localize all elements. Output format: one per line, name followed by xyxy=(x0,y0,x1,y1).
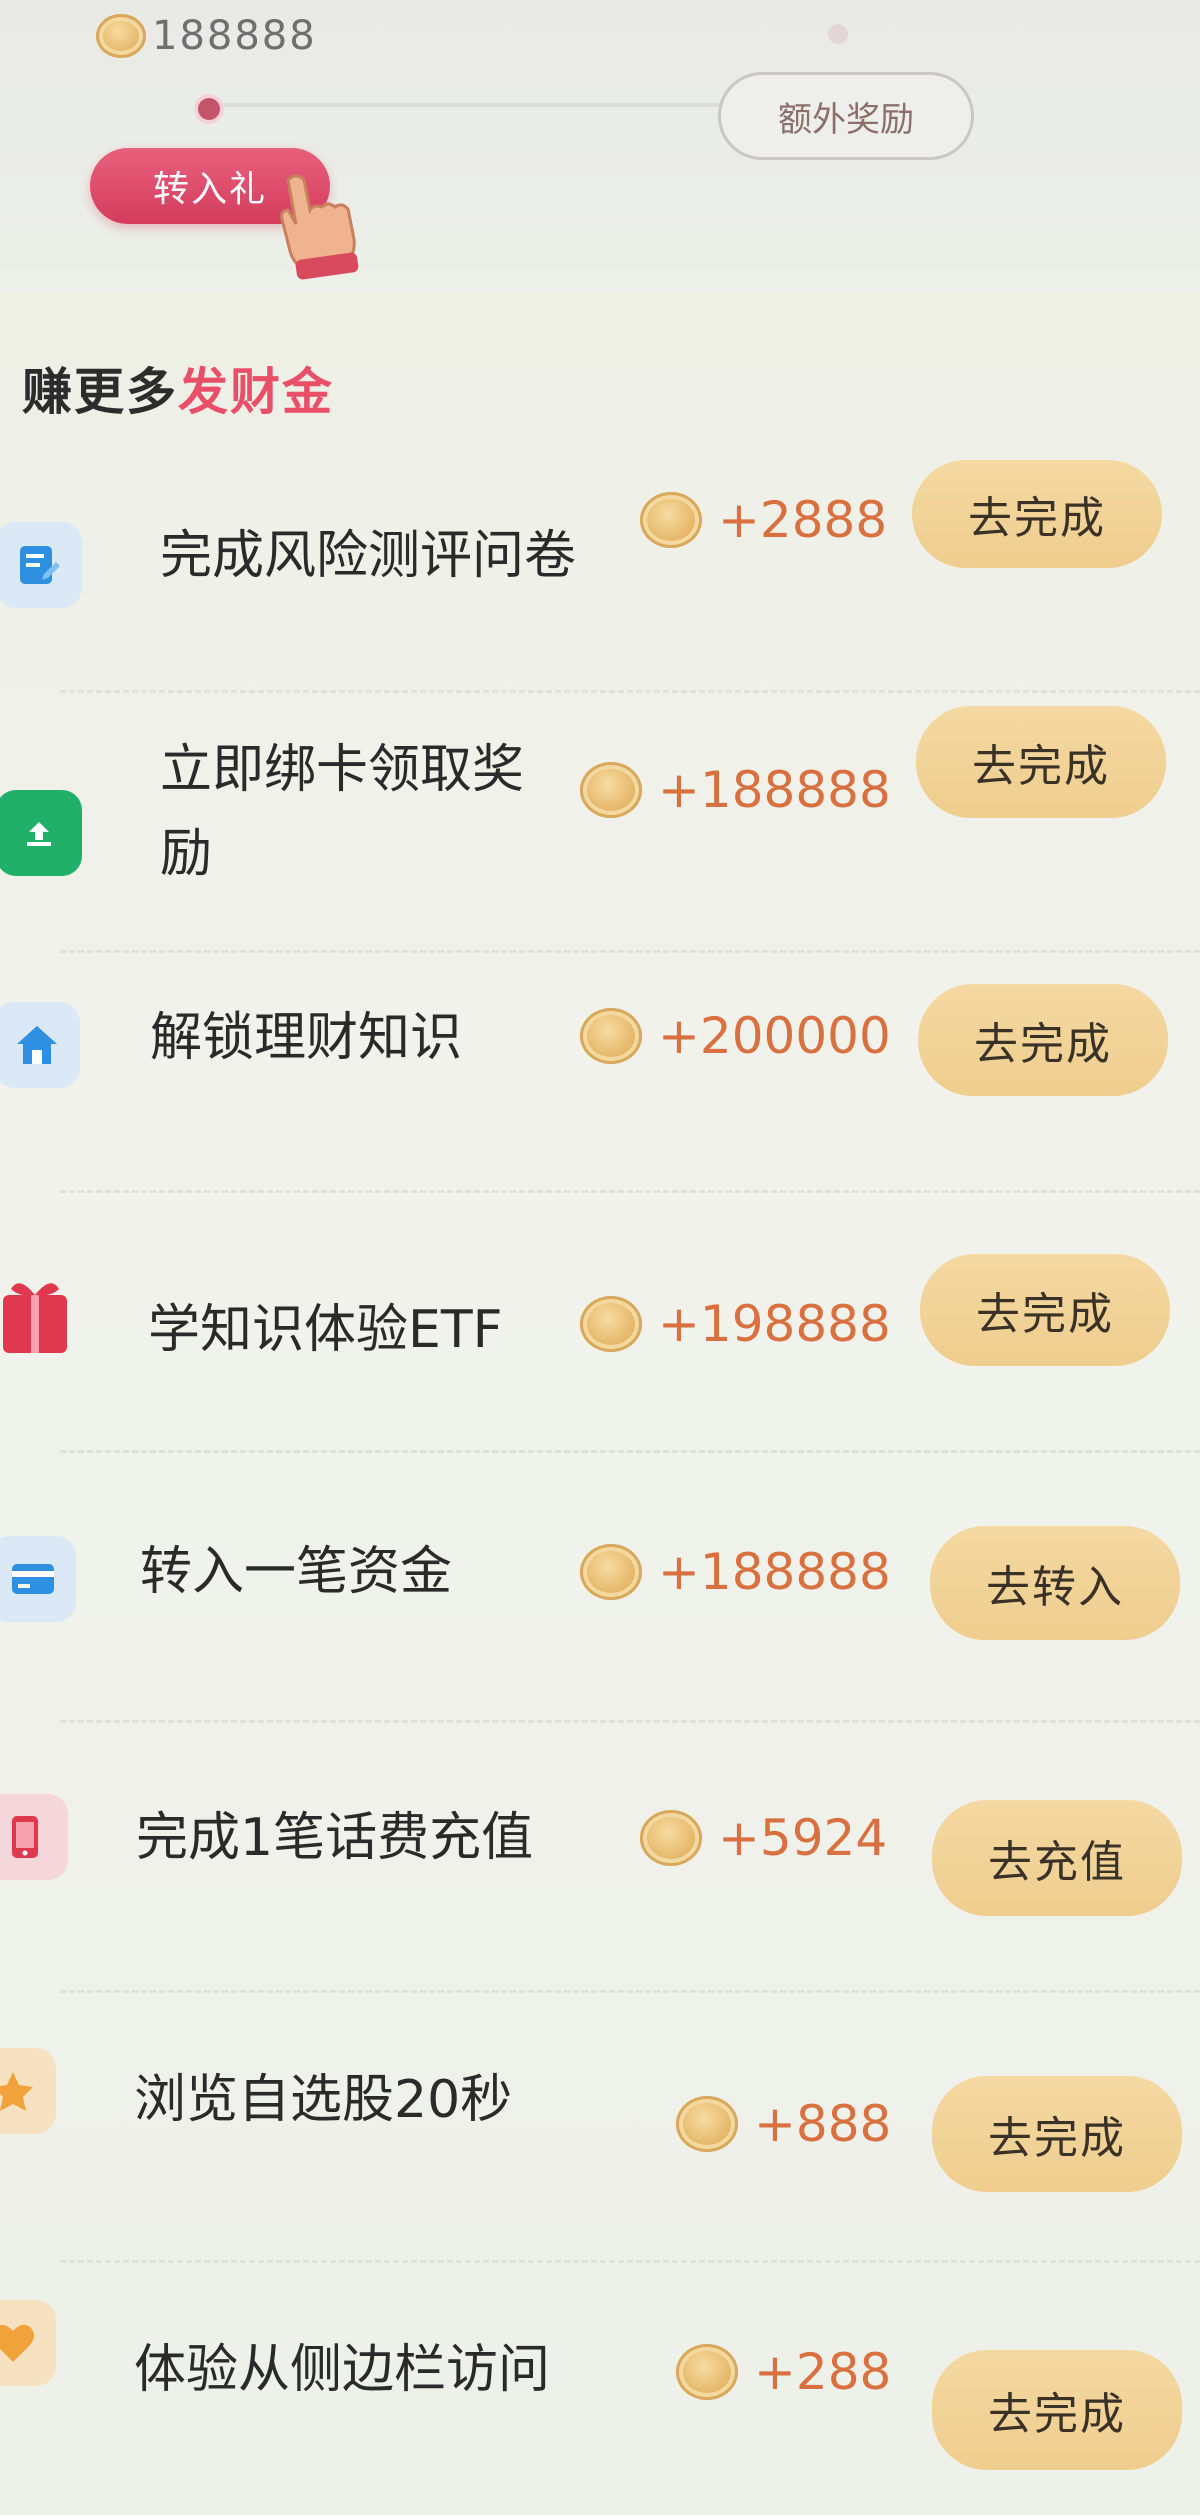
task-title: 浏览自选股20秒 xyxy=(134,2070,513,2130)
task-title: 完成风险测评问卷 xyxy=(160,526,577,586)
task-reward: +188888 xyxy=(580,1532,891,1612)
phone-icon xyxy=(0,1794,68,1880)
task-reward-value: +5924 xyxy=(718,1809,888,1867)
coin-icon xyxy=(580,762,642,818)
task-reward: +888 xyxy=(676,2084,891,2164)
task-action-label: 去完成 xyxy=(988,2389,1126,2440)
task-reward: +200000 xyxy=(580,996,891,1076)
task-action-label: 去完成 xyxy=(968,493,1106,544)
task-action-label: 去完成 xyxy=(974,1019,1112,1070)
task-title: 解锁理财知识 xyxy=(150,1008,463,1068)
task-row: 转入一笔资金 +188888 去转入 xyxy=(0,1500,1200,1700)
task-reward: +5924 xyxy=(640,1798,887,1878)
task-row: 体验从侧边栏访问 +288 去完成 xyxy=(0,2280,1200,2510)
coin-balance-value: 188888 xyxy=(152,13,317,59)
divider xyxy=(60,950,1200,953)
coin-icon xyxy=(676,2096,738,2152)
task-action-button[interactable]: 去充值 xyxy=(932,1800,1182,1916)
extra-reward-label: 额外奖励 xyxy=(778,99,914,140)
task-row: 学知识体验ETF +198888 去完成 xyxy=(0,1230,1200,1430)
task-action-label: 去完成 xyxy=(988,2113,1126,2164)
task-action-label: 去完成 xyxy=(976,1289,1114,1340)
coin-icon xyxy=(676,2344,738,2400)
task-reward-value: +188888 xyxy=(658,1543,891,1601)
task-action-button[interactable]: 去完成 xyxy=(918,984,1168,1096)
task-reward: +288 xyxy=(676,2332,891,2412)
task-reward-value: +200000 xyxy=(658,1007,891,1065)
section-title-accent: 发财金 xyxy=(178,363,334,421)
task-reward-value: +2888 xyxy=(718,491,888,549)
task-reward: +2888 xyxy=(640,480,887,560)
gift-box-icon xyxy=(0,1272,78,1358)
divider xyxy=(60,1720,1200,1723)
house-icon xyxy=(0,1002,80,1088)
heart-icon xyxy=(0,2300,56,2386)
task-title: 转入一笔资金 xyxy=(140,1542,453,1602)
task-reward-value: +188888 xyxy=(658,761,891,819)
task-row: 完成风险测评问卷 +2888 去完成 xyxy=(0,450,1200,670)
task-title-line2: 励 xyxy=(160,824,213,884)
task-action-button[interactable]: 去完成 xyxy=(932,2076,1182,2192)
star-icon xyxy=(0,2048,56,2134)
task-row: 解锁理财知识 +200000 去完成 xyxy=(0,970,1200,1170)
transfer-gift-label: 转入礼 xyxy=(152,169,267,210)
task-row: 完成1笔话费充值 +5924 去充值 xyxy=(0,1760,1200,1960)
task-reward-value: +888 xyxy=(754,2095,892,2153)
task-action-label: 去完成 xyxy=(972,741,1110,792)
task-reward-value: +288 xyxy=(754,2343,892,2401)
task-reward-value: +198888 xyxy=(658,1295,891,1353)
section-title-main: 赚更多 xyxy=(22,363,178,421)
divider xyxy=(60,690,1200,693)
task-action-button[interactable]: 去完成 xyxy=(916,706,1166,818)
task-title: 体验从侧边栏访问 xyxy=(134,2340,551,2400)
task-reward: +188888 xyxy=(580,750,891,830)
task-title: 学知识体验ETF xyxy=(148,1300,503,1360)
task-action-label: 去转入 xyxy=(986,1562,1124,1613)
pointing-hand-icon xyxy=(280,174,359,280)
coin-icon xyxy=(96,14,146,58)
divider xyxy=(60,1990,1200,1993)
progress-marker xyxy=(198,98,220,120)
task-row: 浏览自选股20秒 +888 去完成 xyxy=(0,2030,1200,2230)
bank-card-upload-icon xyxy=(0,790,82,876)
task-title: 立即绑卡领取奖 xyxy=(160,740,525,800)
section-title: 赚更多发财金 xyxy=(22,352,334,424)
coin-icon xyxy=(580,1296,642,1352)
divider xyxy=(60,1190,1200,1193)
task-action-button[interactable]: 去完成 xyxy=(912,460,1162,568)
coin-icon xyxy=(640,1810,702,1866)
task-reward: +198888 xyxy=(580,1284,891,1364)
task-action-button[interactable]: 去完成 xyxy=(932,2350,1182,2470)
form-icon xyxy=(0,522,82,608)
coin-icon xyxy=(640,492,702,548)
coin-balance: 188888 xyxy=(96,6,317,66)
progress-end-marker xyxy=(828,24,848,44)
task-title: 完成1笔话费充值 xyxy=(136,1808,534,1868)
task-row: 立即绑卡领取奖 励 +188888 去完成 xyxy=(0,700,1200,920)
task-action-label: 去充值 xyxy=(988,1837,1126,1888)
extra-reward-button[interactable]: 额外奖励 xyxy=(718,72,974,160)
task-action-button[interactable]: 去完成 xyxy=(920,1254,1170,1366)
credit-card-icon xyxy=(0,1536,76,1622)
task-action-button[interactable]: 去转入 xyxy=(930,1526,1180,1640)
coin-icon xyxy=(580,1008,642,1064)
divider xyxy=(60,1450,1200,1453)
divider xyxy=(60,2260,1200,2263)
coin-icon xyxy=(580,1544,642,1600)
